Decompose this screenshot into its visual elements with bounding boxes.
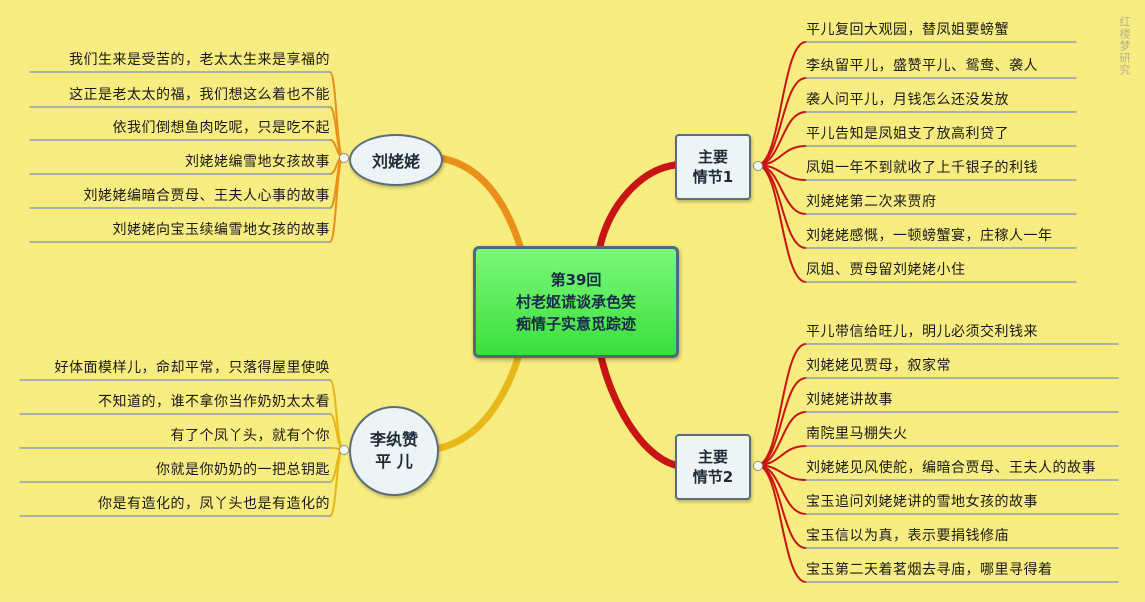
left-bottom-leaf[interactable]: 你是有造化的，凤丫头也是有造化的 [20, 492, 330, 516]
central-topic-line-3: 痴情子实意觅踪迹 [515, 315, 636, 333]
mind-map-canvas: 第39回 村老妪谎谈承色笑 痴情子实意觅踪迹 刘姥姥 李纨赞 平 儿 主要 情节… [0, 0, 1145, 602]
left-top-leaf[interactable]: 刘姥姥向宝玉续编雪地女孩的故事 [30, 218, 330, 242]
central-topic[interactable]: 第39回 村老妪谎谈承色笑 痴情子实意觅踪迹 [473, 246, 679, 358]
branch-to-li-wan [432, 348, 524, 453]
leaf-connector [329, 156, 344, 243]
right-bottom-leaf[interactable]: 宝玉信以为真，表示要捐钱修庙 [806, 524, 1118, 548]
leaf-connector [756, 464, 807, 583]
leaf-connector [329, 71, 344, 158]
leaf-connector [756, 464, 807, 549]
central-topic-line-2: 村老妪谎谈承色笑 [515, 293, 636, 311]
right-bottom-leaf[interactable]: 宝玉追问刘姥姥讲的雪地女孩的故事 [806, 490, 1118, 514]
left-top-leaf[interactable]: 我们生来是受苦的，老太太生来是享福的 [30, 48, 330, 72]
leaf-connector [756, 377, 807, 466]
branch-to-liu-laolao [436, 154, 524, 250]
leaf-connector [756, 77, 807, 166]
leaf-connector [329, 448, 344, 517]
right-top-leaf[interactable]: 李纨留平儿，盛赞平儿、鸳鸯、袭人 [806, 54, 1076, 78]
right-top-leaf[interactable]: 刘姥姥第二次来贾府 [806, 190, 1076, 214]
left-top-leaf[interactable]: 刘姥姥编暗合贾母、王夫人心事的故事 [30, 184, 330, 208]
left-top-leaf[interactable]: 这正是老太太的福，我们想这么着也不能 [30, 83, 330, 107]
branch-to-plot-2 [596, 348, 679, 469]
right-bottom-leaf[interactable]: 宝玉第二天着茗烟去寻庙，哪里寻得着 [806, 558, 1118, 582]
topic-liu-laolao-label: 刘姥姥 [371, 152, 420, 171]
right-bottom-leaf[interactable]: 平儿带信给旺儿，明儿必须交利钱来 [806, 320, 1118, 344]
topic-liu-laolao[interactable]: 刘姥姥 [349, 134, 443, 186]
topic-li-wan-label-line-2: 平 儿 [375, 452, 413, 471]
watermark-text: 红楼梦研究 [1118, 16, 1131, 76]
central-topic-line-1: 第39回 [550, 271, 602, 289]
left-bottom-leaf[interactable]: 有了个凤丫头，就有个你 [20, 424, 330, 448]
topic-main-plot-1-line-1: 主要 [697, 148, 728, 166]
right-bottom-leaf[interactable]: 刘姥姥见贾母，叙家常 [806, 354, 1118, 378]
branch-to-plot-1 [596, 161, 679, 250]
collapse-knob-plot-1[interactable] [753, 161, 763, 171]
collapse-knob-li-wan[interactable] [339, 445, 349, 455]
collapse-knob-plot-2[interactable] [753, 461, 763, 471]
leaf-connector [756, 164, 807, 283]
left-bottom-leaf[interactable]: 你就是你奶奶的一把总钥匙 [20, 458, 330, 482]
left-top-leaf[interactable]: 依我们倒想鱼肉吃呢，只是吃不起 [30, 116, 330, 140]
left-bottom-leaf[interactable]: 不知道的，谁不拿你当作奶奶太太看 [20, 390, 330, 414]
topic-main-plot-1-line-2: 情节1 [692, 168, 734, 186]
right-top-leaf[interactable]: 凤姐一年不到就收了上千银子的利钱 [806, 156, 1076, 180]
topic-main-plot-2[interactable]: 主要 情节2 [675, 434, 751, 500]
topic-li-wan-label-line-1: 李纨赞 [369, 430, 418, 449]
collapse-knob-liu-laolao[interactable] [339, 153, 349, 163]
left-top-leaf[interactable]: 刘姥姥编雪地女孩故事 [30, 150, 330, 174]
right-bottom-leaf[interactable]: 南院里马棚失火 [806, 422, 1118, 446]
topic-li-wan-praise[interactable]: 李纨赞 平 儿 [349, 406, 439, 496]
right-top-leaf[interactable]: 刘姥姥感慨，一顿螃蟹宴，庄稼人一年 [806, 224, 1076, 248]
right-top-leaf[interactable]: 凤姐、贾母留刘姥姥小住 [806, 258, 1076, 282]
right-top-leaf[interactable]: 平儿复回大观园，替凤姐要螃蟹 [806, 18, 1076, 42]
right-bottom-leaf[interactable]: 刘姥姥见风使舵，编暗合贾母、王夫人的故事 [806, 456, 1118, 480]
topic-main-plot-2-line-2: 情节2 [692, 468, 734, 486]
right-top-leaf[interactable]: 平儿告知是凤姐支了放高利贷了 [806, 122, 1076, 146]
topic-main-plot-2-line-1: 主要 [697, 448, 728, 466]
right-bottom-leaf[interactable]: 刘姥姥讲故事 [806, 388, 1118, 412]
right-top-leaf[interactable]: 袭人问平儿，月钱怎么还没发放 [806, 88, 1076, 112]
topic-main-plot-1[interactable]: 主要 情节1 [675, 134, 751, 200]
left-bottom-leaf[interactable]: 好体面模样儿，命却平常，只落得屋里使唤 [20, 356, 330, 380]
leaf-connector [756, 164, 807, 249]
